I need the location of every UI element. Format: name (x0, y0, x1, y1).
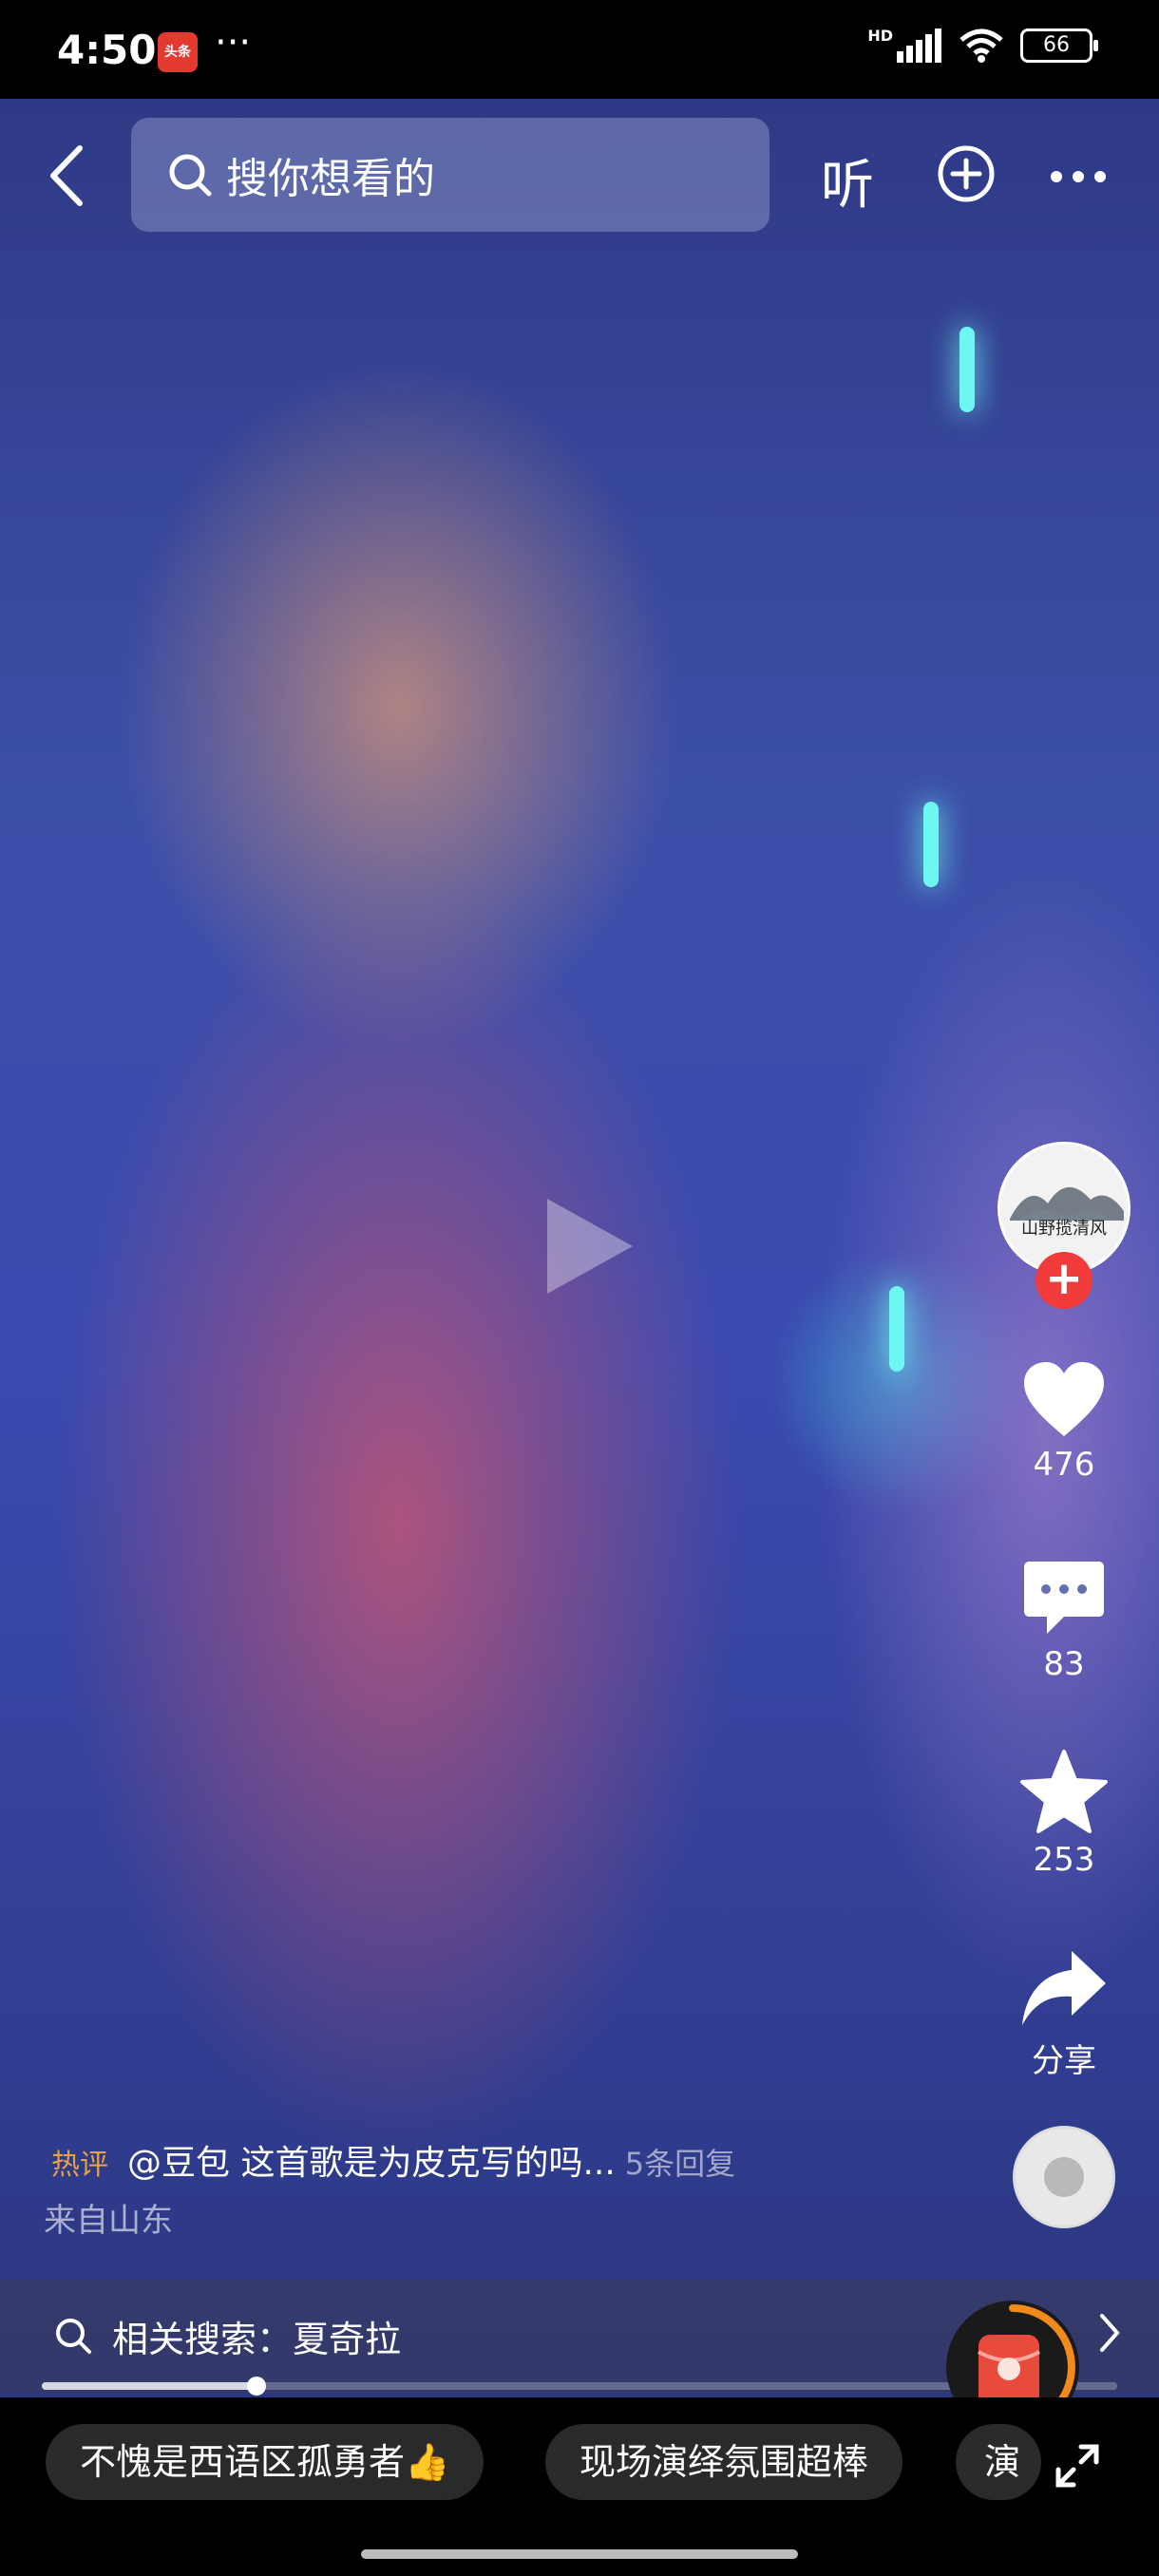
follow-button[interactable]: + (1036, 1252, 1092, 1309)
video-progress-fill (42, 2382, 257, 2390)
suggestion-chip[interactable]: 现场演绎氛围超棒 (545, 2424, 903, 2500)
hot-comment-replies: 5条回复 (624, 2146, 736, 2182)
hot-comment[interactable]: 热评 @豆包 这首歌是为皮克写的吗... 5条回复 (51, 2135, 735, 2185)
star-icon (1020, 1750, 1108, 1833)
hot-comment-text: @豆包 这首歌是为皮克写的吗... (127, 2144, 616, 2183)
suggestion-chip[interactable]: 演 (956, 2424, 1041, 2500)
like-count: 476 (1033, 1446, 1095, 1484)
signal-icon (897, 28, 941, 63)
status-indicators: HD 66 (867, 26, 1098, 63)
fullscreen-icon[interactable] (1054, 2443, 1100, 2489)
like-button[interactable]: 476 (1007, 1358, 1121, 1484)
favorite-count: 253 (1033, 1841, 1095, 1879)
more-options-icon[interactable] (1049, 167, 1108, 186)
status-more-icon: ··· (215, 21, 252, 65)
share-arrow-icon (1022, 1951, 1106, 2025)
toutiao-app-icon: 头条 (158, 32, 198, 72)
avatar-caption: 山野揽清风 (1021, 1219, 1107, 1239)
chevron-right-icon (1100, 2314, 1120, 2352)
search-placeholder: 搜你想看的 (226, 155, 435, 203)
comment-button[interactable]: 83 (1007, 1558, 1121, 1683)
comment-icon (1024, 1562, 1104, 1634)
search-icon (56, 2319, 91, 2354)
status-bar: 4:50 头条 ··· HD 66 (0, 0, 1159, 99)
comment-count: 83 (1043, 1645, 1085, 1683)
bottom-bar: 不愧是西语区孤勇者👍 现场演绎氛围超棒 演 (0, 2397, 1159, 2576)
hd-label: HD (867, 26, 893, 45)
stage-light (960, 327, 975, 412)
music-disc-icon[interactable] (1013, 2126, 1115, 2228)
share-label: 分享 (1032, 2042, 1096, 2080)
favorite-button[interactable]: 253 (1007, 1748, 1121, 1879)
add-circle-icon[interactable] (937, 144, 996, 203)
listen-button[interactable]: 听 (821, 142, 874, 219)
share-button[interactable]: 分享 (1007, 1947, 1121, 2081)
heart-icon (1024, 1362, 1104, 1436)
search-input[interactable]: 搜你想看的 (131, 118, 770, 232)
hot-comment-tag: 热评 (51, 2149, 108, 2182)
location-label: 来自山东 (44, 2202, 173, 2240)
status-time: 4:50 (57, 27, 157, 73)
home-indicator[interactable] (361, 2549, 798, 2559)
stage-light (889, 1286, 904, 1372)
battery-icon: 66 (1020, 28, 1098, 63)
back-arrow-icon[interactable] (42, 142, 99, 209)
search-icon (169, 154, 212, 197)
wifi-icon (960, 28, 1003, 63)
suggestion-chip[interactable]: 不愧是西语区孤勇者👍 (46, 2424, 484, 2500)
music-disc-center (1044, 2157, 1084, 2197)
related-search-text: 相关搜索：夏奇拉 (112, 2319, 402, 2360)
stage-light (923, 802, 939, 887)
play-icon[interactable] (538, 1189, 642, 1303)
